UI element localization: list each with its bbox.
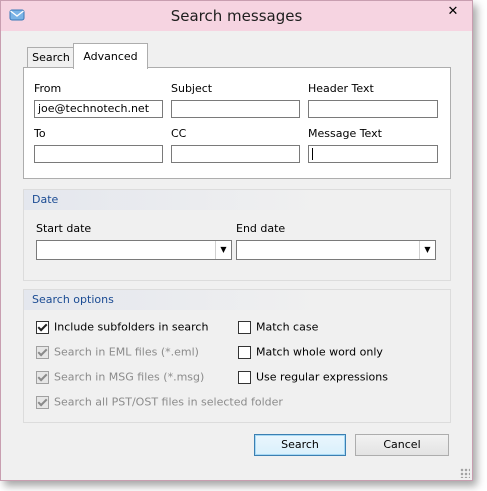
search-eml-label: Search in EML files (*.eml) bbox=[54, 345, 199, 359]
date-group-header: Date bbox=[24, 190, 450, 210]
search-eml-option[interactable]: Search in EML files (*.eml) bbox=[36, 345, 199, 361]
cancel-button[interactable]: Cancel bbox=[355, 434, 449, 456]
search-msg-option[interactable]: Search in MSG files (*.msg) bbox=[36, 370, 204, 386]
message-text-field[interactable] bbox=[308, 145, 438, 163]
window-title: Search messages bbox=[170, 7, 303, 25]
title-bar[interactable]: Search messages ✕ bbox=[1, 1, 472, 31]
search-msg-checkbox[interactable] bbox=[36, 370, 49, 384]
include-subfolders-checkbox[interactable] bbox=[36, 320, 49, 334]
search-options-title: Search options bbox=[32, 293, 114, 306]
from-field[interactable]: joe@technotech.net bbox=[34, 100, 163, 118]
resize-grip[interactable] bbox=[460, 468, 470, 478]
end-date-label: End date bbox=[236, 222, 286, 235]
end-date-picker[interactable]: ▼ bbox=[236, 240, 436, 260]
text-cursor bbox=[312, 148, 313, 160]
subject-field[interactable] bbox=[171, 100, 300, 118]
search-button[interactable]: Search bbox=[254, 434, 346, 456]
date-group-title: Date bbox=[32, 193, 59, 206]
close-button[interactable]: ✕ bbox=[440, 2, 466, 22]
search-msg-label: Search in MSG files (*.msg) bbox=[54, 370, 205, 384]
search-all-pst-label: Search all PST/OST files in selected fol… bbox=[54, 395, 283, 409]
dialog-body: Search Advanced From joe@technotech.net … bbox=[9, 31, 465, 472]
start-date-label: Start date bbox=[36, 222, 92, 235]
cc-label: CC bbox=[171, 127, 187, 140]
advanced-panel: From joe@technotech.net Subject Header T… bbox=[23, 67, 451, 179]
to-field[interactable] bbox=[34, 145, 163, 163]
to-label: To bbox=[34, 127, 46, 140]
tab-search[interactable]: Search bbox=[27, 47, 75, 68]
cc-field[interactable] bbox=[171, 145, 300, 163]
match-whole-word-checkbox[interactable] bbox=[238, 345, 251, 359]
match-case-option[interactable]: Match case bbox=[238, 320, 318, 336]
match-case-checkbox[interactable] bbox=[238, 320, 251, 334]
match-whole-word-option[interactable]: Match whole word only bbox=[238, 345, 383, 361]
header-text-field[interactable] bbox=[308, 100, 438, 118]
search-all-pst-option[interactable]: Search all PST/OST files in selected fol… bbox=[36, 395, 283, 411]
header-text-label: Header Text bbox=[308, 82, 374, 95]
match-whole-word-label: Match whole word only bbox=[256, 345, 383, 359]
from-label: From bbox=[34, 82, 62, 95]
include-subfolders-label: Include subfolders in search bbox=[54, 320, 209, 334]
close-icon: ✕ bbox=[447, 4, 459, 19]
regex-checkbox[interactable] bbox=[238, 370, 251, 384]
message-text-label: Message Text bbox=[308, 127, 382, 140]
tab-advanced[interactable]: Advanced bbox=[73, 43, 148, 69]
subject-label: Subject bbox=[171, 82, 213, 95]
chevron-down-icon[interactable]: ▼ bbox=[215, 241, 231, 259]
search-all-pst-checkbox[interactable] bbox=[36, 395, 49, 409]
chevron-down-icon[interactable]: ▼ bbox=[419, 241, 435, 259]
match-case-label: Match case bbox=[256, 320, 319, 334]
regex-option[interactable]: Use regular expressions bbox=[238, 370, 388, 386]
include-subfolders-option[interactable]: Include subfolders in search bbox=[36, 320, 208, 336]
start-date-picker[interactable]: ▼ bbox=[36, 240, 232, 260]
search-messages-dialog: Search messages ✕ Search Advanced From j… bbox=[0, 0, 473, 481]
search-options-header: Search options bbox=[24, 290, 450, 310]
search-options-group: Search options Include subfolders in sea… bbox=[23, 289, 451, 423]
date-group: Date Start date ▼ End date ▼ bbox=[23, 189, 451, 281]
regex-label: Use regular expressions bbox=[256, 370, 388, 384]
search-eml-checkbox[interactable] bbox=[36, 345, 49, 359]
